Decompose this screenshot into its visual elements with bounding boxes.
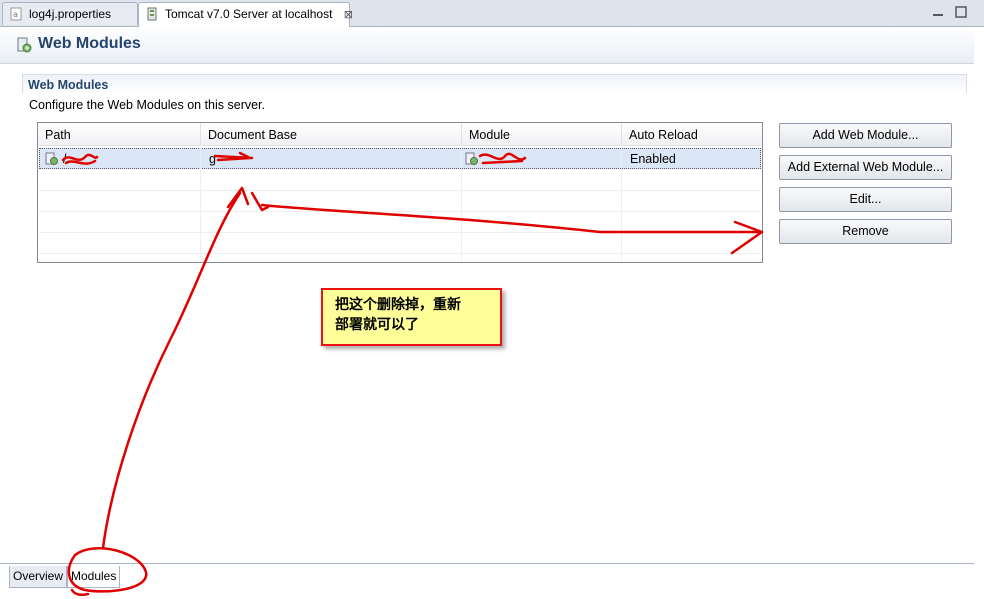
table-row-empty bbox=[39, 191, 761, 212]
page-title: Web Modules bbox=[38, 35, 141, 52]
remove-button[interactable]: Remove bbox=[779, 219, 952, 244]
table-row-empty bbox=[39, 212, 761, 233]
tab-label: log4j.properties bbox=[29, 7, 112, 21]
callout-line-1: 把这个删除掉，重新 bbox=[335, 297, 461, 313]
column-divider bbox=[200, 145, 201, 262]
cell-module bbox=[480, 149, 486, 169]
callout-line-2: 部署就可以了 bbox=[335, 317, 419, 333]
minimize-icon[interactable] bbox=[932, 6, 944, 18]
column-header-path[interactable]: Path bbox=[38, 123, 201, 145]
tab-log4j-properties[interactable]: a log4j.properties bbox=[2, 2, 138, 25]
tab-overview[interactable]: Overview bbox=[9, 566, 67, 588]
cell-auto-reload: Enabled bbox=[630, 152, 676, 166]
table-header: Path Document Base Module Auto Reload bbox=[38, 123, 762, 146]
column-header-module[interactable]: Module bbox=[462, 123, 622, 145]
cell-path: / bbox=[63, 152, 67, 166]
page-header: Web Modules bbox=[0, 27, 974, 64]
close-icon[interactable]: ⊠ bbox=[344, 4, 353, 26]
editor-page-tabs: Overview Modules bbox=[0, 563, 974, 599]
table-row[interactable]: / g Enabled bbox=[39, 148, 761, 169]
add-web-module-button[interactable]: Add Web Module... bbox=[779, 123, 952, 148]
annotation-callout: 把这个删除掉，重新 部署就可以了 bbox=[321, 288, 502, 346]
svg-text:a: a bbox=[13, 10, 18, 19]
column-divider bbox=[461, 145, 462, 262]
edit-button[interactable]: Edit... bbox=[779, 187, 952, 212]
table-row-empty bbox=[39, 170, 761, 191]
cell-document-base: g bbox=[209, 152, 216, 166]
properties-file-icon: a bbox=[10, 7, 22, 21]
web-modules-icon bbox=[17, 37, 32, 53]
server-icon bbox=[147, 7, 157, 21]
column-header-document-base[interactable]: Document Base bbox=[201, 123, 462, 145]
column-header-auto-reload[interactable]: Auto Reload bbox=[622, 123, 762, 145]
maximize-icon[interactable] bbox=[955, 6, 967, 18]
column-divider bbox=[621, 145, 622, 262]
module-icon bbox=[465, 152, 478, 165]
editor-tab-bar: a log4j.properties Tomcat v7.0 Server at… bbox=[0, 0, 984, 27]
web-modules-section: Web Modules Configure the Web Modules on… bbox=[22, 74, 969, 114]
tab-modules[interactable]: Modules bbox=[67, 566, 120, 588]
section-description: Configure the Web Modules on this server… bbox=[29, 98, 266, 112]
tab-label: Tomcat v7.0 Server at localhost bbox=[165, 7, 333, 21]
tab-tomcat-server[interactable]: Tomcat v7.0 Server at localhost ⊠ bbox=[138, 2, 353, 27]
section-title[interactable]: Web Modules bbox=[22, 74, 967, 93]
web-modules-table[interactable]: Path Document Base Module Auto Reload / … bbox=[37, 122, 763, 263]
add-external-web-module-button[interactable]: Add External Web Module... bbox=[779, 155, 952, 180]
table-row-empty bbox=[39, 233, 761, 254]
